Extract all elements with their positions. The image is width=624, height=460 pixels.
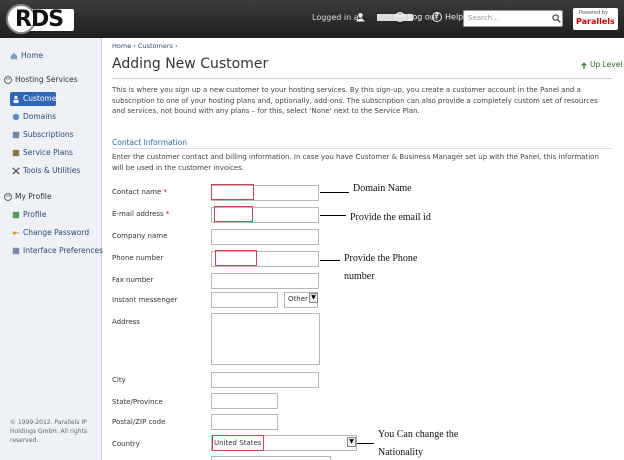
key-icon bbox=[12, 231, 20, 235]
city-label: City bbox=[112, 376, 126, 384]
sidebar-section-hosting[interactable]: − Hosting Services bbox=[4, 75, 78, 84]
address-label: Address bbox=[112, 318, 140, 326]
service-plans-icon bbox=[12, 149, 20, 157]
up-level-icon bbox=[580, 61, 588, 69]
company-label: Company name bbox=[112, 232, 168, 240]
callout-arrow-email bbox=[320, 215, 346, 216]
breadcrumb[interactable]: Home › Customers › bbox=[112, 42, 178, 50]
next-field-input[interactable] bbox=[211, 456, 331, 460]
email-label: E-mail address * bbox=[112, 210, 170, 218]
address-textarea[interactable] bbox=[211, 313, 320, 365]
sidebar-item-subscriptions[interactable]: Subscriptions bbox=[12, 130, 74, 139]
im-type-value: Other bbox=[288, 295, 308, 303]
parallels-logo: Powered by Parallels bbox=[573, 8, 618, 30]
logo: RDS bbox=[6, 4, 74, 34]
callout-email: Provide the email id bbox=[346, 210, 435, 226]
state-label: State/Province bbox=[112, 398, 163, 406]
callout-arrow-country bbox=[357, 443, 375, 444]
page: RDS Logged in as ⏻ Log out ? Help Search..… bbox=[0, 0, 624, 460]
customers-icon bbox=[13, 95, 19, 103]
intro-text: This is where you sign up a new customer… bbox=[112, 86, 598, 115]
sidebar-section-my-profile[interactable]: − My Profile bbox=[4, 192, 52, 201]
email-highlight bbox=[214, 206, 253, 222]
callout-arrow-phone bbox=[320, 260, 340, 261]
search-input[interactable]: Search... bbox=[463, 10, 563, 27]
contact-name-highlight bbox=[211, 184, 254, 200]
domains-icon bbox=[12, 113, 20, 121]
collapse-icon: − bbox=[4, 192, 12, 201]
sidebar-item-customers[interactable]: Customers bbox=[12, 94, 63, 103]
logo-text: RDS bbox=[15, 7, 64, 32]
page-title: Adding New Customer bbox=[112, 56, 269, 72]
im-label: Instant messenger bbox=[112, 296, 178, 304]
subscriptions-icon bbox=[12, 131, 20, 139]
callout-nationality: You Can change the Nationality bbox=[374, 425, 463, 460]
user-icon bbox=[356, 12, 365, 22]
up-level-link[interactable]: Up Level bbox=[580, 60, 622, 70]
country-dropdown-icon[interactable]: ▼ bbox=[347, 437, 356, 447]
section-description: Enter the customer contact and billing i… bbox=[112, 153, 599, 172]
help-link[interactable]: ? Help bbox=[432, 12, 463, 22]
collapse-icon: − bbox=[4, 75, 12, 84]
top-bar: RDS Logged in as ⏻ Log out ? Help Search..… bbox=[0, 0, 624, 38]
title-divider bbox=[112, 78, 612, 79]
im-type-dropdown-icon[interactable]: ▼ bbox=[309, 293, 318, 303]
section-title: Contact Information bbox=[112, 138, 187, 147]
profile-icon bbox=[12, 211, 20, 219]
sidebar-item-profile[interactable]: Profile bbox=[12, 210, 46, 219]
help-icon: ? bbox=[432, 12, 442, 22]
country-value: United States bbox=[214, 439, 262, 447]
contact-name-label: Contact name * bbox=[112, 188, 168, 196]
country-label: Country bbox=[112, 440, 140, 448]
home-icon bbox=[10, 52, 18, 60]
tools-icon bbox=[12, 167, 20, 175]
callout-arrow-domain bbox=[320, 192, 350, 193]
zip-input[interactable] bbox=[211, 414, 278, 430]
fax-input[interactable] bbox=[211, 273, 319, 289]
sidebar-item-change-password[interactable]: Change Password bbox=[12, 228, 89, 237]
callout-phone: Provide the Phone number bbox=[340, 249, 422, 287]
sidebar: Home − Hosting Services Customers Domains… bbox=[0, 38, 103, 460]
company-input[interactable] bbox=[211, 229, 319, 245]
fax-label: Fax number bbox=[112, 276, 154, 284]
copyright: © 1999-2012. Parallels IP Holdings GmbH.… bbox=[10, 419, 88, 444]
power-icon: ⏻ bbox=[395, 12, 405, 22]
phone-label: Phone number bbox=[112, 254, 164, 262]
sidebar-item-interface-preferences[interactable]: Interface Preferences bbox=[12, 246, 103, 255]
preferences-icon bbox=[12, 247, 20, 255]
callout-domain-name: Domain Name bbox=[349, 181, 416, 197]
sidebar-item-service-plans[interactable]: Service Plans bbox=[12, 148, 73, 157]
city-input[interactable] bbox=[211, 372, 319, 388]
phone-highlight bbox=[215, 250, 257, 266]
search-icon[interactable] bbox=[552, 14, 561, 23]
sidebar-item-tools[interactable]: Tools & Utilities bbox=[12, 166, 80, 175]
zip-label: Postal/ZIP code bbox=[112, 418, 166, 426]
im-input[interactable] bbox=[211, 292, 278, 308]
section-divider bbox=[112, 148, 612, 149]
sidebar-item-domains[interactable]: Domains bbox=[12, 112, 56, 121]
state-input[interactable] bbox=[211, 393, 278, 409]
sidebar-item-home[interactable]: Home bbox=[10, 51, 43, 60]
